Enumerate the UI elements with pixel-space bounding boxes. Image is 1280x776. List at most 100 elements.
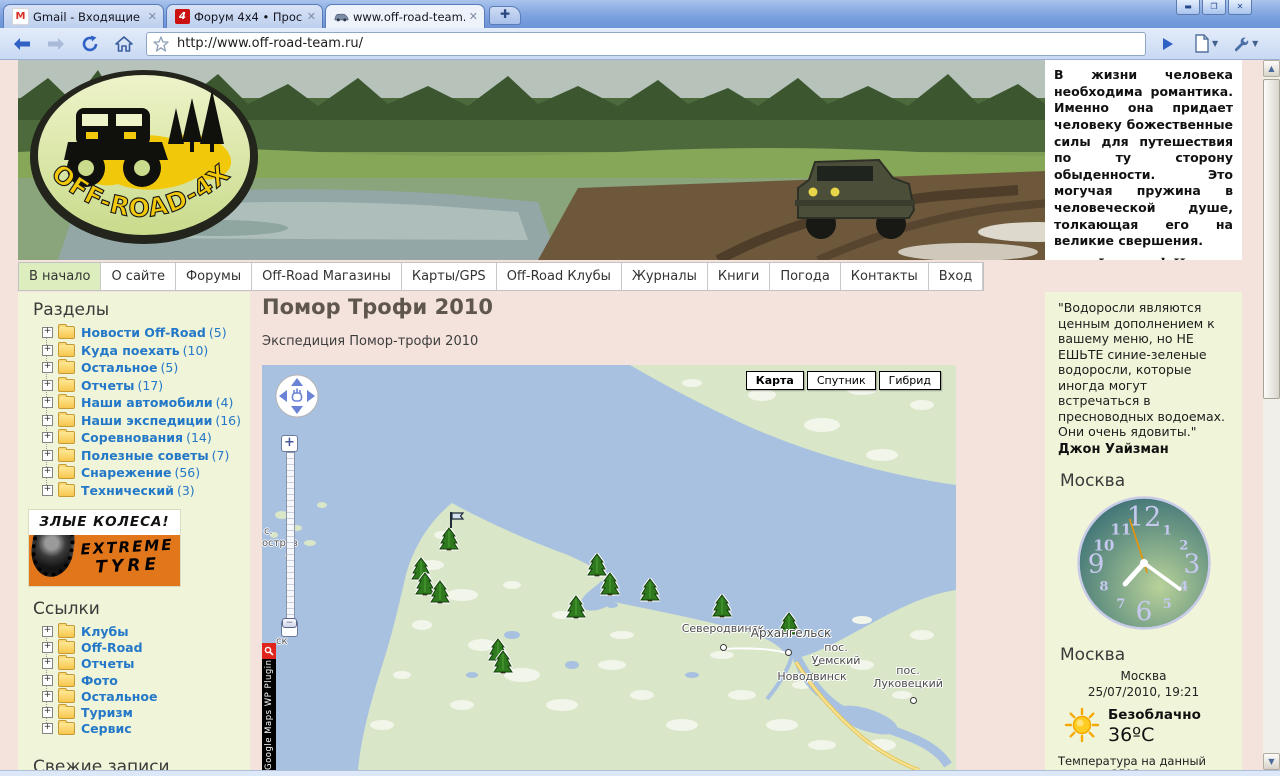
nav-item-clubs[interactable]: Off-Road Клубы bbox=[497, 263, 622, 290]
browser-tab-gmail[interactable]: M Gmail - Входящие - oleg.ki... ✕ bbox=[3, 4, 164, 28]
browser-tab-offroad-active[interactable]: www.off-road-team.ru ✕ bbox=[325, 4, 485, 28]
sidebar-item-other[interactable]: +Остальное(5) bbox=[42, 359, 250, 377]
sidebar-item-where-to-go[interactable]: +Куда поехать(10) bbox=[42, 342, 250, 360]
expand-plus-icon[interactable]: + bbox=[42, 380, 53, 391]
home-button[interactable] bbox=[112, 32, 136, 56]
sidebar-item-technical[interactable]: +Технический(3) bbox=[42, 482, 250, 500]
item-count: (5) bbox=[160, 360, 178, 375]
nav-item-shops[interactable]: Off-Road Магазины bbox=[252, 263, 402, 290]
link-item-photo[interactable]: +Фото bbox=[42, 672, 250, 688]
links-tree: +Клубы +Off-Road +Отчеты +Фото +Остально… bbox=[42, 623, 250, 737]
expand-plus-icon[interactable]: + bbox=[42, 397, 53, 408]
google-maps-wp-plugin-badge[interactable]: Google Maps WP Plugin bbox=[262, 643, 276, 770]
weather-city: Москва bbox=[1058, 669, 1229, 683]
zoom-slider-handle[interactable] bbox=[282, 618, 297, 628]
flag-marker[interactable] bbox=[447, 511, 465, 533]
nav-item-about[interactable]: О сайте bbox=[101, 263, 176, 290]
expand-plus-icon[interactable]: + bbox=[42, 467, 53, 478]
tree-marker[interactable] bbox=[600, 572, 620, 600]
svg-text:10: 10 bbox=[1093, 536, 1114, 554]
close-button[interactable]: ✕ bbox=[1228, 0, 1252, 15]
page-menu-button[interactable]: ▼ bbox=[1194, 34, 1218, 53]
sidebar-item-competitions[interactable]: +Соревнования(14) bbox=[42, 429, 250, 447]
window-titlebar[interactable]: M Gmail - Входящие - oleg.ki... ✕ 4 Фору… bbox=[0, 0, 1280, 28]
scroll-down-button[interactable]: ▼ bbox=[1263, 753, 1280, 770]
link-item-offroad[interactable]: +Off-Road bbox=[42, 639, 250, 655]
expand-plus-icon[interactable]: + bbox=[42, 626, 53, 637]
gmail-icon: M bbox=[12, 8, 29, 25]
offroad-4x4-logo[interactable]: OFF-ROAD-4X4.RU bbox=[24, 64, 264, 254]
sidebar-item-gear[interactable]: +Снарежение(56) bbox=[42, 464, 250, 482]
link-item-clubs[interactable]: +Клубы bbox=[42, 623, 250, 639]
nav-item-books[interactable]: Книги bbox=[708, 263, 770, 290]
nav-item-login[interactable]: Вход bbox=[929, 263, 984, 290]
tree-marker[interactable] bbox=[493, 650, 513, 678]
url-text[interactable]: http://www.off-road-team.ru/ bbox=[177, 36, 363, 51]
link-item-other[interactable]: +Остальное bbox=[42, 688, 250, 704]
scrollbar-thumb[interactable] bbox=[1263, 79, 1280, 399]
expand-plus-icon[interactable]: + bbox=[42, 658, 53, 669]
expand-plus-icon[interactable]: + bbox=[42, 415, 53, 426]
nav-item-home[interactable]: В начало bbox=[19, 263, 101, 290]
nav-item-contacts[interactable]: Контакты bbox=[841, 263, 929, 290]
map-pan-control[interactable] bbox=[274, 373, 320, 419]
weather-condition: Безоблачно bbox=[1108, 707, 1201, 723]
tree-marker[interactable] bbox=[566, 595, 586, 623]
tree-marker[interactable] bbox=[430, 580, 450, 608]
expand-plus-icon[interactable]: + bbox=[42, 450, 53, 461]
header-quote-box: В жизни человека необходима романтика. И… bbox=[1045, 60, 1242, 260]
expand-plus-icon[interactable]: + bbox=[42, 723, 53, 734]
sidebar-item-reports[interactable]: +Отчеты(17) bbox=[42, 377, 250, 395]
forward-button[interactable] bbox=[44, 32, 68, 56]
link-item-tourism[interactable]: +Туризм bbox=[42, 704, 250, 720]
tab-close-icon[interactable]: ✕ bbox=[307, 10, 316, 23]
map-type-map-button[interactable]: Карта bbox=[746, 371, 804, 390]
scroll-up-button[interactable]: ▲ bbox=[1263, 60, 1280, 77]
tree-marker[interactable] bbox=[640, 578, 660, 606]
page-scrollbar[interactable]: ▲ ▼ bbox=[1263, 60, 1280, 770]
expand-plus-icon[interactable]: + bbox=[42, 362, 53, 373]
maximize-button[interactable]: ❐ bbox=[1202, 0, 1226, 15]
nav-item-weather[interactable]: Погода bbox=[770, 263, 840, 290]
svg-text:8: 8 bbox=[1099, 579, 1108, 594]
nav-item-maps-gps[interactable]: Карты/GPS bbox=[402, 263, 497, 290]
expand-plus-icon[interactable]: + bbox=[42, 432, 53, 443]
zoom-slider-track[interactable] bbox=[286, 452, 295, 620]
sidebar-item-our-cars[interactable]: +Наши автомобили(4) bbox=[42, 394, 250, 412]
link-item-service[interactable]: +Сервис bbox=[42, 721, 250, 737]
back-button[interactable] bbox=[10, 32, 34, 56]
map-type-hybrid-button[interactable]: Гибрид bbox=[879, 371, 941, 390]
expand-plus-icon[interactable]: + bbox=[42, 485, 53, 496]
google-map[interactable]: СеверодвинскАрхангельскпос. УемскийНовод… bbox=[262, 365, 956, 770]
reload-button[interactable] bbox=[78, 32, 102, 56]
nav-item-journals[interactable]: Журналы bbox=[622, 263, 708, 290]
new-tab-button[interactable]: ✚ bbox=[489, 6, 521, 25]
address-bar[interactable]: http://www.off-road-team.ru/ bbox=[146, 32, 1146, 56]
tools-menu-button[interactable]: ▼ bbox=[1232, 35, 1258, 53]
sidebar-item-tips[interactable]: +Полезные советы(7) bbox=[42, 447, 250, 465]
folder-icon bbox=[58, 466, 75, 479]
map-type-satellite-button[interactable]: Спутник bbox=[807, 371, 876, 390]
folder-icon bbox=[58, 414, 75, 427]
folder-icon bbox=[58, 690, 75, 703]
expand-plus-icon[interactable]: + bbox=[42, 327, 53, 338]
sidebar-item-news[interactable]: +Новости Off-Road(5) bbox=[42, 324, 250, 342]
tab-close-icon[interactable]: ✕ bbox=[148, 10, 157, 23]
browser-tab-forum[interactable]: 4 Форум 4x4 • Просмотр те... ✕ bbox=[166, 4, 323, 28]
extreme-tyre-ad-banner[interactable]: ЗЛЫЕ КОЛЕСА! EXTREME TYRE bbox=[29, 510, 180, 586]
expand-plus-icon[interactable]: + bbox=[42, 691, 53, 702]
expand-plus-icon[interactable]: + bbox=[42, 707, 53, 718]
expand-plus-icon[interactable]: + bbox=[42, 345, 53, 356]
tab-close-icon[interactable]: ✕ bbox=[469, 10, 478, 23]
minimize-button[interactable]: ▬ bbox=[1176, 0, 1200, 15]
bookmark-star-icon[interactable] bbox=[153, 36, 169, 52]
expand-plus-icon[interactable]: + bbox=[42, 675, 53, 686]
zoom-in-button[interactable]: + bbox=[281, 435, 298, 452]
link-item-reports[interactable]: +Отчеты bbox=[42, 656, 250, 672]
tree-marker[interactable] bbox=[712, 594, 732, 622]
nav-item-forums[interactable]: Форумы bbox=[176, 263, 252, 290]
svg-text:11: 11 bbox=[1110, 520, 1131, 538]
go-button[interactable] bbox=[1156, 32, 1180, 56]
expand-plus-icon[interactable]: + bbox=[42, 642, 53, 653]
sidebar-item-expeditions[interactable]: +Наши экспедиции(16) bbox=[42, 412, 250, 430]
